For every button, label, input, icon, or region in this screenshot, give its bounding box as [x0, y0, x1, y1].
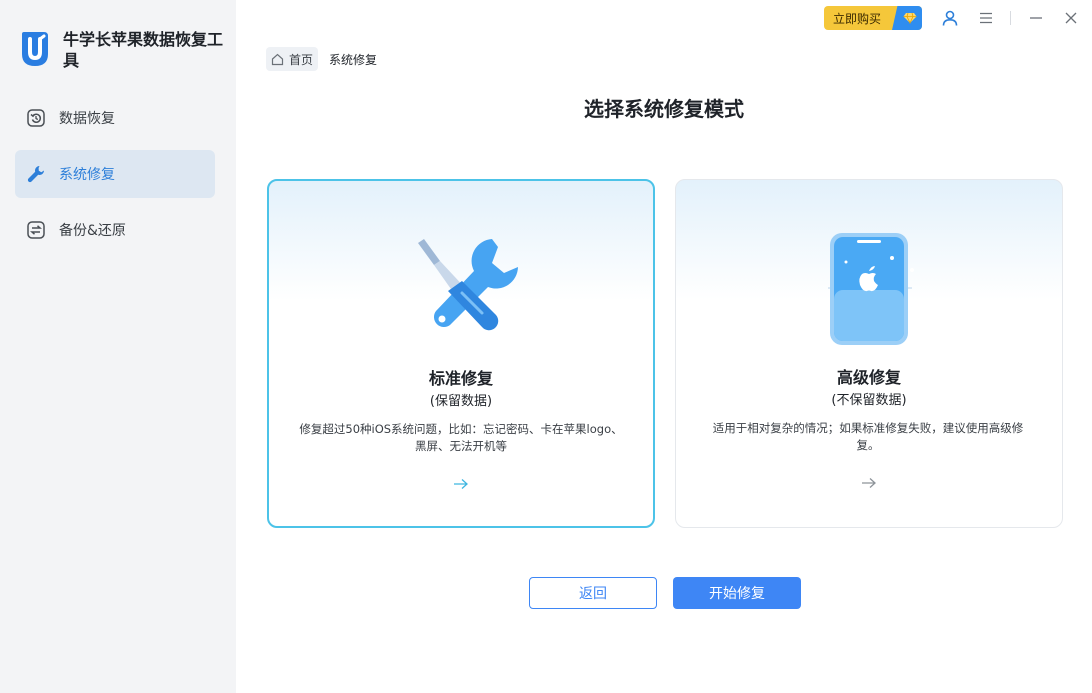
buy-now-button[interactable]: 立即购买 — [824, 6, 922, 30]
sidebar-item-backup-restore[interactable]: 备份&还原 — [15, 206, 215, 254]
diamond-icon — [892, 6, 922, 30]
minimize-icon[interactable] — [1025, 7, 1047, 29]
sidebar-item-label: 数据恢复 — [59, 111, 115, 127]
restore-icon — [25, 107, 47, 129]
card-description-line: 黑屏、无法开机等 — [415, 439, 507, 453]
wrench-icon — [25, 163, 47, 185]
card-description: 修复超过50种iOS系统问题，比如：忘记密码、卡在苹果logo、 黑屏、无法开机… — [291, 421, 631, 455]
buy-now-label: 立即购买 — [833, 11, 882, 26]
app-title: 牛学长苹果数据恢复工具 — [63, 30, 224, 70]
home-icon — [271, 53, 284, 65]
card-title: 标准修复 — [428, 369, 493, 388]
tools-illustration-icon — [418, 239, 518, 331]
backup-icon — [25, 219, 47, 241]
titlebar-divider — [1010, 11, 1011, 25]
advanced-repair-card[interactable]: 高级修复 (不保留数据) 适用于相对复杂的情况；如果标准修复失败，建议使用高级修… — [675, 179, 1063, 528]
user-icon[interactable] — [939, 7, 961, 29]
start-repair-button[interactable]: 开始修复 — [673, 577, 801, 609]
card-description-line: 复。 — [856, 438, 880, 452]
page-title: 选择系统修复模式 — [584, 97, 744, 121]
arrow-right-icon — [454, 479, 468, 489]
sidebar-item-label: 系统修复 — [59, 167, 115, 183]
back-button[interactable]: 返回 — [529, 577, 657, 609]
card-subtitle: (不保留数据) — [831, 393, 907, 408]
sidebar: 牛学长苹果数据恢复工具 数据恢复 系统修复 备份&还原 — [0, 0, 236, 693]
card-title: 高级修复 — [836, 368, 901, 387]
phone-illustration-icon — [828, 233, 914, 345]
app-logo — [22, 32, 48, 66]
card-description-line: 适用于相对复杂的情况；如果标准修复失败，建议使用高级修 — [712, 421, 1024, 435]
breadcrumb-current: 系统修复 — [329, 53, 378, 67]
card-subtitle: (保留数据) — [429, 394, 493, 409]
card-description: 适用于相对复杂的情况；如果标准修复失败，建议使用高级修 复。 — [698, 420, 1038, 454]
card-description-line: 修复超过50种iOS系统问题，比如：忘记密码、卡在苹果logo、 — [299, 422, 623, 436]
sidebar-item-data-recovery[interactable]: 数据恢复 — [15, 94, 215, 142]
menu-icon[interactable] — [975, 7, 997, 29]
breadcrumb-home[interactable]: 首页 — [266, 47, 319, 71]
breadcrumb-home-label: 首页 — [289, 52, 314, 67]
arrow-right-icon — [862, 478, 876, 488]
close-icon[interactable] — [1060, 7, 1082, 29]
sidebar-item-label: 备份&还原 — [59, 223, 126, 239]
standard-repair-card[interactable]: 标准修复 (保留数据) 修复超过50种iOS系统问题，比如：忘记密码、卡在苹果l… — [267, 179, 655, 528]
sidebar-item-system-repair[interactable]: 系统修复 — [15, 150, 215, 198]
